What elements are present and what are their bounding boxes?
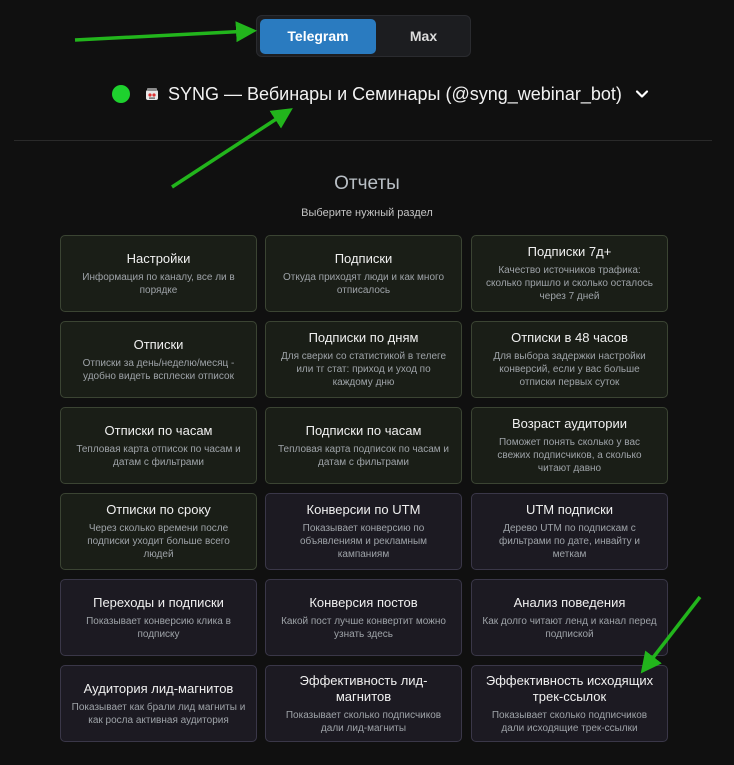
report-card-description: Показывает конверсию по объявлениям и ре… — [299, 523, 428, 560]
report-card[interactable]: Конверсии по UTM Показывает конверсию по … — [265, 493, 462, 570]
report-card[interactable]: Отписки по сроку Через сколько времени по… — [60, 493, 257, 570]
report-card-title: Аудитория лид-магнитов — [83, 680, 234, 696]
report-card-description: Показывает конверсию клика в подписку — [86, 615, 231, 640]
report-card-title: Настройки — [126, 250, 191, 266]
report-card[interactable]: Возраст аудитории Поможет понять сколько … — [471, 407, 668, 484]
max-tab[interactable]: Max — [379, 19, 468, 54]
report-card-description: Качество источников трафика: сколько при… — [486, 265, 653, 302]
report-card[interactable]: Подписки Откуда приходят люди и как много… — [265, 235, 462, 312]
report-card-description: Показывает сколько подписчиков дали исхо… — [491, 709, 648, 734]
report-card[interactable]: Конверсия постов Какой пост лучше конверт… — [265, 579, 462, 656]
report-card-title: Отписки — [133, 336, 184, 352]
report-card[interactable]: Отписки в 48 часов Для выбора задержки на… — [471, 321, 668, 398]
report-card[interactable]: Отписки по часам Тепловая карта отписок п… — [60, 407, 257, 484]
report-card[interactable]: Эффективность исходящих трек-ссылок Показ… — [471, 665, 668, 742]
status-dot-icon — [112, 85, 130, 103]
report-card-title: Конверсия постов — [309, 594, 418, 610]
report-card[interactable]: Подписки 7д+ Качество источников трафика:… — [471, 235, 668, 312]
divider — [14, 140, 712, 141]
report-card-title: Переходы и подписки — [93, 594, 224, 610]
report-card[interactable]: Подписки по дням Для сверки со статистико… — [265, 321, 462, 398]
report-card[interactable]: UTM подписки Дерево UTM по подпискам с фи… — [471, 493, 668, 570]
report-card-description: Какой пост лучше конвертит можно узнать … — [281, 615, 446, 640]
telegram-tab[interactable]: Telegram — [260, 19, 376, 54]
report-card-title: Подписки по дням — [308, 330, 419, 345]
report-card-description: Откуда приходят люди и как много отписал… — [282, 271, 445, 296]
report-card-description: Поможет понять сколько у вас свежих подп… — [497, 437, 642, 474]
report-card-title: Отписки по сроку — [106, 502, 211, 517]
report-card-title: Эффективность исходящих трек-ссылок — [485, 672, 654, 704]
report-card-description: Показывает сколько подписчиков дали лид-… — [285, 709, 442, 734]
report-card-title: Конверсии по UTM — [306, 502, 421, 517]
platform-toggle: Telegram Max — [256, 15, 471, 57]
report-card-description: Отписки за день/неделю/месяц - удобно ви… — [82, 357, 235, 382]
report-card-description: Через сколько времени после подписки ухо… — [87, 523, 230, 560]
bot-selector[interactable]: SYNG — Вебинары и Семинары (@syng_webina… — [112, 82, 650, 106]
report-card[interactable]: Анализ поведения Как долго читают ленд и … — [471, 579, 668, 656]
report-card[interactable]: Переходы и подписки Показывает конверсию … — [60, 579, 257, 656]
report-card-description: Для выбора задержки настройки конверсий,… — [493, 351, 646, 388]
arrow-to-telegram — [74, 21, 257, 43]
page-title: Отчеты — [334, 173, 400, 194]
report-card-description: Информация по каналу, все ли в порядке — [82, 271, 235, 296]
bot-name: SYNG — Вебинары и Семинары (@syng_webina… — [168, 83, 622, 104]
report-card[interactable]: Настройки Информация по каналу, все ли в … — [60, 235, 257, 312]
report-card-title: Анализ поведения — [513, 594, 626, 610]
report-card-title: Отписки по часам — [104, 422, 213, 438]
report-card[interactable]: Аудитория лид-магнитов Показывает как бра… — [60, 665, 257, 742]
report-card-description: Тепловая карта отписок по часам и датам … — [76, 443, 241, 468]
robot-emoji-icon — [142, 84, 162, 104]
report-card-title: Подписки — [334, 250, 393, 266]
report-card[interactable]: Эффективность лид-магнитов Показывает ско… — [265, 665, 462, 742]
report-card-title: Отписки в 48 часов — [511, 330, 628, 345]
page-subtitle: Выберите нужный раздел — [301, 207, 433, 219]
report-card-description: Показывает как брали лид магниты и как р… — [71, 701, 246, 726]
chevron-down-icon[interactable] — [634, 86, 650, 102]
report-card-description: Дерево UTM по подпискам с фильтрами по д… — [498, 523, 641, 560]
report-card-title: Подписки по часам — [305, 422, 422, 438]
report-card-description: Тепловая карта подписок по часам и датам… — [277, 443, 450, 468]
report-card[interactable]: Подписки по часам Тепловая карта подписок… — [265, 407, 462, 484]
report-card-description: Как долго читают ленд и канал перед подп… — [482, 615, 657, 640]
report-card-description: Для сверки со статистикой в телеге или т… — [280, 351, 447, 388]
report-card-title: Возраст аудитории — [511, 416, 628, 431]
report-card[interactable]: Отписки Отписки за день/неделю/месяц - уд… — [60, 321, 257, 398]
report-card-title: Подписки 7д+ — [527, 244, 612, 259]
report-card-title: UTM подписки — [525, 502, 614, 517]
report-card-title: Эффективность лид-магнитов — [299, 672, 428, 704]
